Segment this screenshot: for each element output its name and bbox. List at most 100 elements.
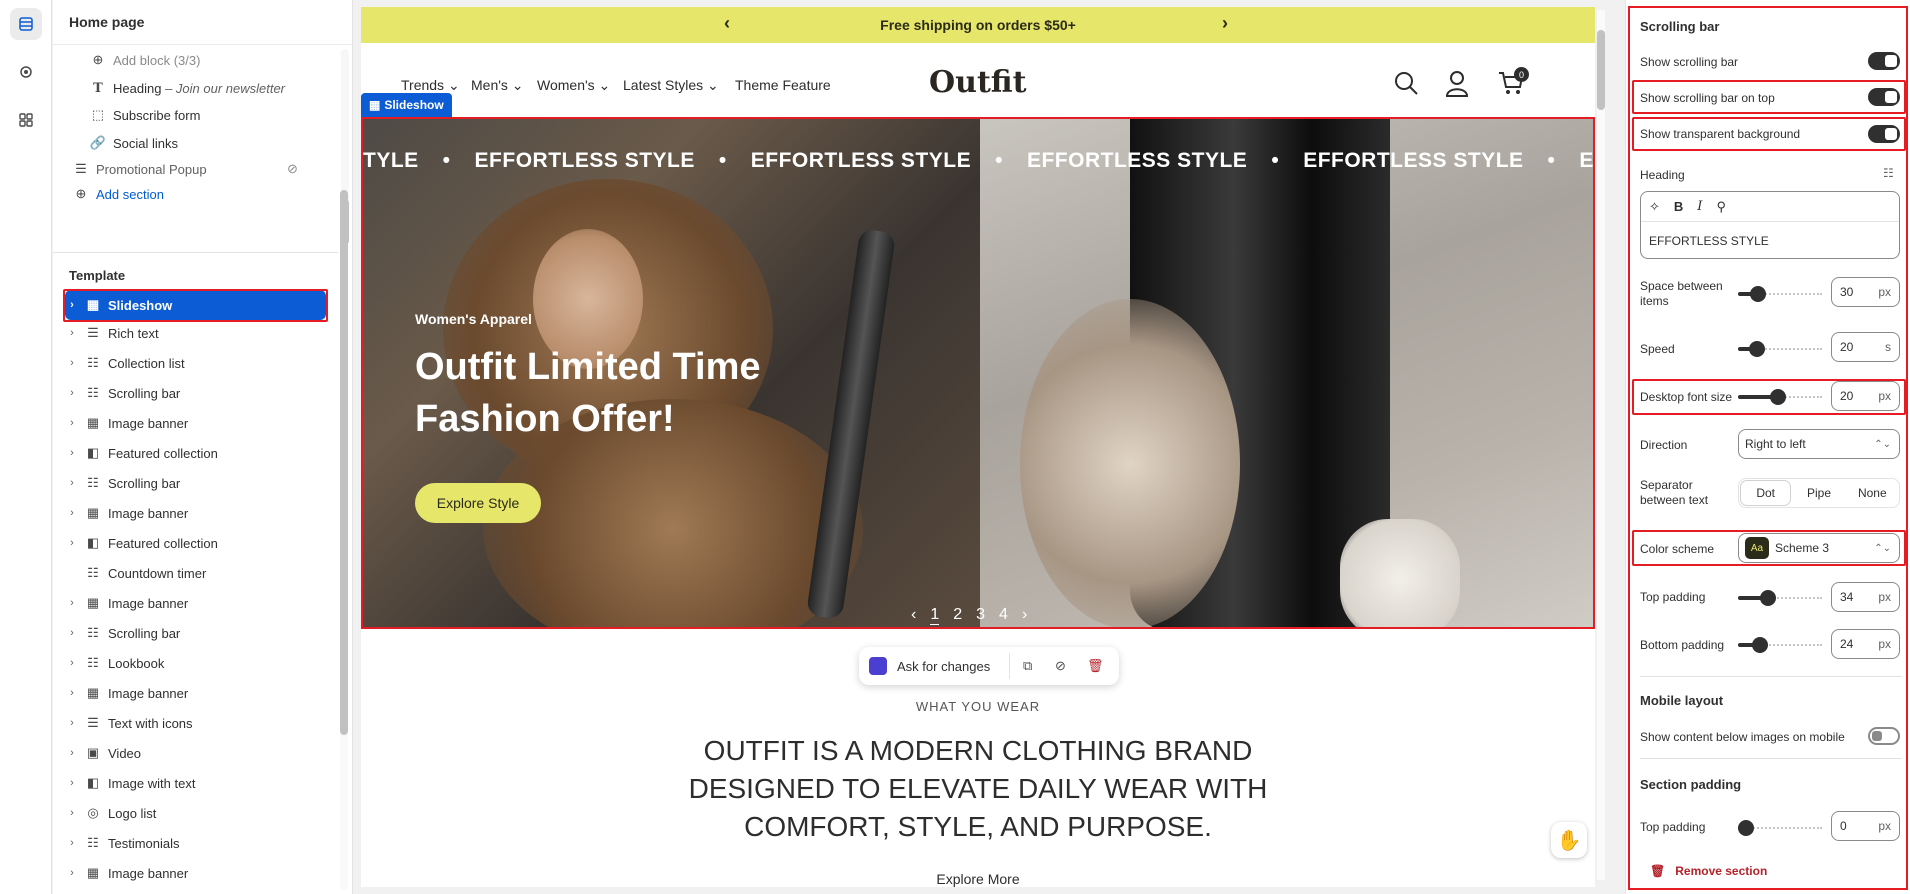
- speed-input[interactable]: 20 s: [1831, 332, 1900, 362]
- chevron-right-icon[interactable]: ›: [65, 717, 79, 729]
- chevron-right-icon[interactable]: ›: [65, 597, 79, 609]
- block-heading-row[interactable]: T Heading – Join our newsletter: [90, 75, 352, 101]
- chevron-right-icon[interactable]: ›: [1022, 606, 1027, 624]
- direction-select[interactable]: Right to left ⌃⌄: [1738, 429, 1900, 459]
- template-section-row[interactable]: › ▦ Image banner: [65, 410, 335, 436]
- italic-icon[interactable]: I: [1697, 199, 1702, 214]
- top-padding-slider[interactable]: [1738, 590, 1822, 606]
- separator-option-pipe[interactable]: Pipe: [1794, 481, 1843, 505]
- database-icon[interactable]: ☷: [1883, 166, 1894, 180]
- store-logo[interactable]: Outfit: [929, 65, 1026, 100]
- chevron-right-icon[interactable]: ›: [1222, 13, 1228, 34]
- space-between-input[interactable]: 30 px: [1831, 277, 1900, 307]
- template-section-row[interactable]: › ☰ Rich text: [65, 320, 335, 346]
- template-section-row[interactable]: › ☷ Testimonials: [65, 830, 335, 856]
- chevron-right-icon[interactable]: ›: [65, 687, 79, 699]
- eye-slash-icon[interactable]: ⊘: [287, 161, 298, 177]
- chevron-right-icon[interactable]: ›: [65, 537, 79, 549]
- template-section-row[interactable]: ☷ Countdown timer: [65, 560, 335, 586]
- pager-dot-1[interactable]: 1: [930, 606, 940, 625]
- chevron-right-icon[interactable]: ›: [65, 777, 79, 789]
- section-promotional-popup-row[interactable]: ☰ Promotional Popup ⊘: [73, 156, 352, 182]
- nav-link-theme-feature[interactable]: Theme Feature: [735, 77, 831, 93]
- scrollbar[interactable]: [340, 190, 348, 890]
- show-on-top-toggle[interactable]: [1868, 88, 1900, 106]
- chevron-right-icon[interactable]: ›: [65, 387, 79, 399]
- font-size-input[interactable]: 20 px: [1831, 381, 1900, 411]
- account-icon[interactable]: [1444, 69, 1470, 100]
- template-section-row[interactable]: › ◎ Logo list: [65, 800, 335, 826]
- trash-icon[interactable]: 🗑: [1087, 658, 1104, 674]
- chevron-left-icon[interactable]: ‹: [724, 13, 730, 34]
- color-scheme-select[interactable]: Aa Scheme 3 ⌃⌄: [1738, 533, 1900, 563]
- add-section-button[interactable]: ⊕ Add section: [73, 181, 352, 207]
- link-icon[interactable]: ⚲: [1716, 199, 1726, 215]
- magic-icon[interactable]: ✧: [1649, 199, 1660, 215]
- pager-dot-4[interactable]: 4: [999, 606, 1008, 624]
- nav-link-womens[interactable]: Women's ⌄: [537, 77, 610, 94]
- bottom-padding-slider[interactable]: [1738, 637, 1822, 653]
- template-section-row[interactable]: › ◧ Image with text: [65, 770, 335, 796]
- bold-icon[interactable]: B: [1674, 199, 1683, 214]
- template-section-row[interactable]: › ☷ Lookbook: [65, 650, 335, 676]
- mobile-content-below-toggle[interactable]: [1868, 727, 1900, 745]
- apps-icon[interactable]: [10, 104, 42, 136]
- chevron-right-icon[interactable]: ›: [65, 477, 79, 489]
- chevron-right-icon[interactable]: ›: [65, 627, 79, 639]
- chevron-right-icon[interactable]: ›: [65, 867, 79, 879]
- sections-icon[interactable]: [10, 8, 42, 40]
- chevron-right-icon[interactable]: ›: [65, 357, 79, 369]
- nav-link-latest-styles[interactable]: Latest Styles ⌄: [623, 77, 719, 94]
- nav-link-trends[interactable]: Trends ⌄: [401, 77, 460, 94]
- eye-slash-icon[interactable]: ⊘: [1055, 658, 1066, 674]
- pager-dot-2[interactable]: 2: [953, 606, 962, 624]
- template-section-row[interactable]: › ▦ Image banner: [65, 860, 335, 886]
- chevron-right-icon[interactable]: ›: [65, 807, 79, 819]
- chevron-right-icon[interactable]: ›: [65, 327, 79, 339]
- template-section-row[interactable]: › ▦ Image banner: [65, 680, 335, 706]
- template-section-row[interactable]: › ◧ Featured collection: [65, 530, 335, 556]
- pager-dot-3[interactable]: 3: [976, 606, 985, 624]
- add-block-row[interactable]: ⊕ Add block (3/3): [90, 47, 352, 73]
- template-section-row[interactable]: › ▦ Image banner: [65, 500, 335, 526]
- nav-link-mens[interactable]: Men's ⌄: [471, 77, 524, 94]
- separator-option-none[interactable]: None: [1848, 481, 1897, 505]
- top-padding-input[interactable]: 34 px: [1831, 582, 1900, 612]
- duplicate-icon[interactable]: ⧉: [1023, 658, 1032, 674]
- chevron-right-icon[interactable]: ›: [65, 417, 79, 429]
- space-between-slider[interactable]: [1738, 286, 1822, 302]
- template-section-row[interactable]: › ☷ Scrolling bar: [65, 380, 335, 406]
- chevron-right-icon[interactable]: ›: [65, 447, 79, 459]
- separator-option-dot[interactable]: Dot: [1741, 481, 1791, 505]
- chevron-right-icon[interactable]: ›: [65, 657, 79, 669]
- bottom-padding-input[interactable]: 24 px: [1831, 629, 1900, 659]
- font-size-slider[interactable]: [1738, 389, 1822, 405]
- transparent-bg-toggle[interactable]: [1868, 125, 1900, 143]
- heading-richtext-editor[interactable]: ✧ B I ⚲ EFFORTLESS STYLE: [1640, 191, 1900, 259]
- chevron-right-icon[interactable]: ›: [65, 747, 79, 759]
- gear-icon[interactable]: [10, 56, 42, 88]
- scrollbar[interactable]: [1597, 10, 1605, 880]
- section-top-padding-input[interactable]: 0 px: [1831, 811, 1900, 841]
- remove-section-button[interactable]: 🗑 Remove section: [1650, 864, 1767, 878]
- chat-widget-icon[interactable]: ✋: [1551, 822, 1587, 858]
- template-section-row[interactable]: › ▣ Video: [65, 740, 335, 766]
- speed-slider[interactable]: [1738, 341, 1822, 357]
- search-icon[interactable]: [1393, 70, 1419, 99]
- section-top-padding-slider[interactable]: [1738, 820, 1822, 836]
- slideshow-selection-tag[interactable]: ▦ Slideshow: [361, 93, 452, 117]
- template-section-row[interactable]: › ◧ Featured collection: [65, 440, 335, 466]
- template-section-row[interactable]: › ☰ Text with icons: [65, 710, 335, 736]
- template-section-row[interactable]: › ▦ Image banner: [65, 590, 335, 616]
- show-scrolling-bar-toggle[interactable]: [1868, 52, 1900, 70]
- ask-for-changes-button[interactable]: Ask for changes: [897, 659, 990, 674]
- block-social-links-row[interactable]: 🔗 Social links: [90, 130, 352, 156]
- explore-style-button[interactable]: Explore Style: [415, 483, 541, 523]
- explore-more-link[interactable]: Explore More: [361, 871, 1595, 887]
- heading-value[interactable]: EFFORTLESS STYLE: [1649, 234, 1769, 248]
- template-section-row[interactable]: › ☷ Scrolling bar: [65, 470, 335, 496]
- template-section-row[interactable]: › ☷ Scrolling bar: [65, 620, 335, 646]
- chevron-right-icon[interactable]: ›: [65, 837, 79, 849]
- chevron-right-icon[interactable]: ›: [65, 507, 79, 519]
- chevron-left-icon[interactable]: ‹: [911, 606, 916, 624]
